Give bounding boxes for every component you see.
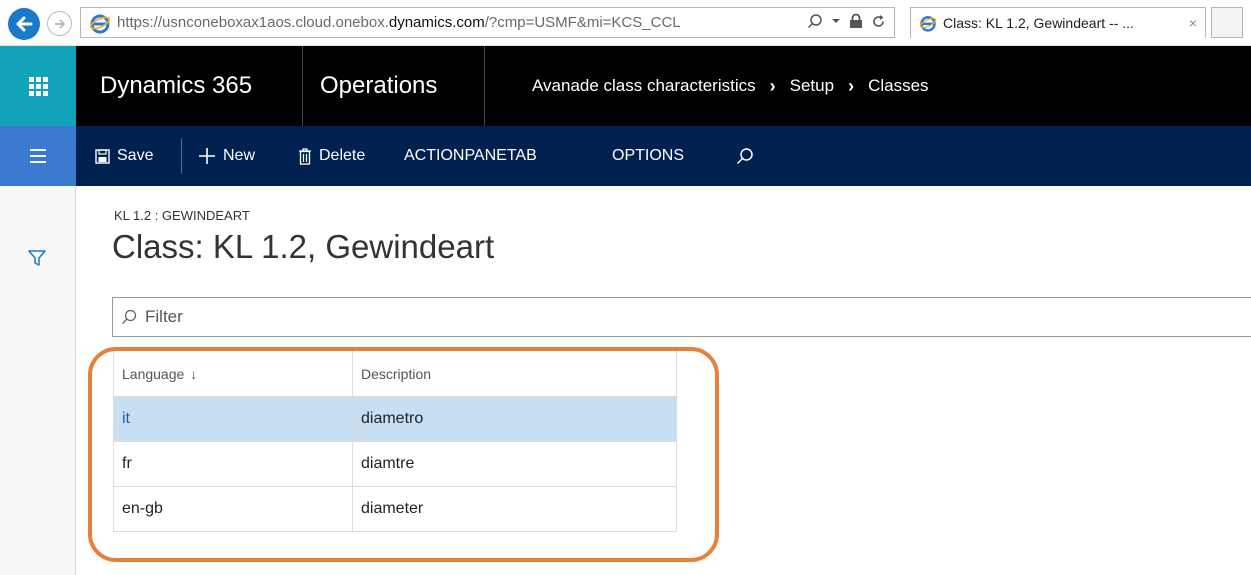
column-header-language[interactable]: Language ↓ xyxy=(114,351,352,396)
navigation-menu-button[interactable] xyxy=(0,126,76,186)
waffle-icon xyxy=(28,76,48,96)
delete-label: Delete xyxy=(319,147,366,164)
forward-button[interactable] xyxy=(47,11,72,36)
action-divider xyxy=(181,138,182,174)
tab-options[interactable]: OPTIONS xyxy=(612,126,684,186)
page-title: Class: KL 1.2, Gewindeart xyxy=(112,228,495,265)
filter-icon[interactable] xyxy=(27,248,47,268)
url-prefix: https://usnconeboxax1aos.cloud.onebox. xyxy=(117,14,389,31)
module-title[interactable]: Operations xyxy=(320,46,437,126)
plus-icon xyxy=(199,148,215,164)
ie-logo-icon xyxy=(89,14,111,33)
sort-down-icon: ↓ xyxy=(190,365,198,382)
column-header-label: Language xyxy=(122,365,185,382)
save-label: Save xyxy=(117,147,154,164)
tab-title: Class: KL 1.2, Gewindeart -- ... xyxy=(943,15,1134,31)
new-button[interactable]: New xyxy=(198,126,255,186)
page-caption: KL 1.2 : GEWINDEART xyxy=(114,208,250,223)
url-suffix: /?cmp=USMF&mi=KCS_CCL xyxy=(484,14,681,31)
tab-close-button[interactable]: × xyxy=(1189,15,1197,31)
hamburger-icon xyxy=(30,149,46,151)
delete-button[interactable]: Delete xyxy=(298,126,365,186)
column-header-description[interactable]: Description xyxy=(352,351,676,396)
breadcrumb-item[interactable]: Setup xyxy=(790,76,834,96)
filter-input[interactable]: Filter xyxy=(112,297,1251,337)
brand-title[interactable]: Dynamics 365 xyxy=(100,46,252,126)
cell-language[interactable]: fr xyxy=(114,455,352,473)
trash-icon xyxy=(299,147,311,165)
lock-icon[interactable] xyxy=(849,13,863,29)
filter-placeholder: Filter xyxy=(145,307,183,326)
action-pane: Save New Delete ACTIONPANETAB OPTIONS xyxy=(0,126,1251,186)
action-search-button[interactable] xyxy=(736,126,754,186)
save-button[interactable]: Save xyxy=(95,126,153,186)
search-icon[interactable] xyxy=(807,13,823,29)
cell-description[interactable]: diameter xyxy=(352,487,676,531)
ie-tab-icon xyxy=(919,16,937,32)
chevron-right-icon: › xyxy=(848,75,855,96)
save-icon xyxy=(95,148,110,164)
address-bar[interactable]: https://usnconeboxax1aos.cloud.onebox. dy… xyxy=(80,7,895,38)
browser-tab[interactable]: Class: KL 1.2, Gewindeart -- ... × xyxy=(910,7,1206,38)
table-row[interactable]: en-gb diameter xyxy=(113,487,677,532)
new-label: New xyxy=(223,147,256,164)
browser-toolbar: https://usnconeboxax1aos.cloud.onebox. dy… xyxy=(0,0,1251,46)
cell-language[interactable]: it xyxy=(114,410,352,428)
cell-description[interactable]: diamtre xyxy=(352,442,676,486)
column-header-label: Description xyxy=(361,365,432,382)
url-domain: dynamics.com xyxy=(388,14,485,31)
chevron-right-icon: › xyxy=(769,75,776,96)
nav-divider xyxy=(484,46,485,126)
table-row[interactable]: fr diamtre xyxy=(113,442,677,487)
class-grid: Language ↓ Description it diametro fr di… xyxy=(113,351,677,532)
nav-divider xyxy=(302,46,303,126)
arrow-left-icon xyxy=(16,16,33,32)
refresh-icon[interactable] xyxy=(871,14,886,29)
search-icon xyxy=(736,148,753,165)
navbar: Dynamics 365 Operations Avanade class ch… xyxy=(0,46,1251,126)
cell-language[interactable]: en-gb xyxy=(114,500,352,518)
left-rail xyxy=(0,186,76,575)
back-button[interactable] xyxy=(8,8,40,40)
grid-header: Language ↓ Description xyxy=(113,351,677,397)
search-icon xyxy=(122,309,137,324)
table-row[interactable]: it diametro xyxy=(113,397,677,442)
cell-description[interactable]: diametro xyxy=(352,397,676,441)
app-launcher-button[interactable] xyxy=(0,46,76,126)
arrow-right-icon xyxy=(54,18,65,29)
breadcrumb-item[interactable]: Classes xyxy=(868,76,928,96)
breadcrumb-item[interactable]: Avanade class characteristics xyxy=(532,76,756,96)
tab-actionpanetab[interactable]: ACTIONPANETAB xyxy=(404,126,537,186)
breadcrumb: Avanade class characteristics › Setup › … xyxy=(532,46,929,126)
dropdown-arrow-icon[interactable] xyxy=(831,16,841,26)
new-tab-button[interactable] xyxy=(1211,7,1243,38)
